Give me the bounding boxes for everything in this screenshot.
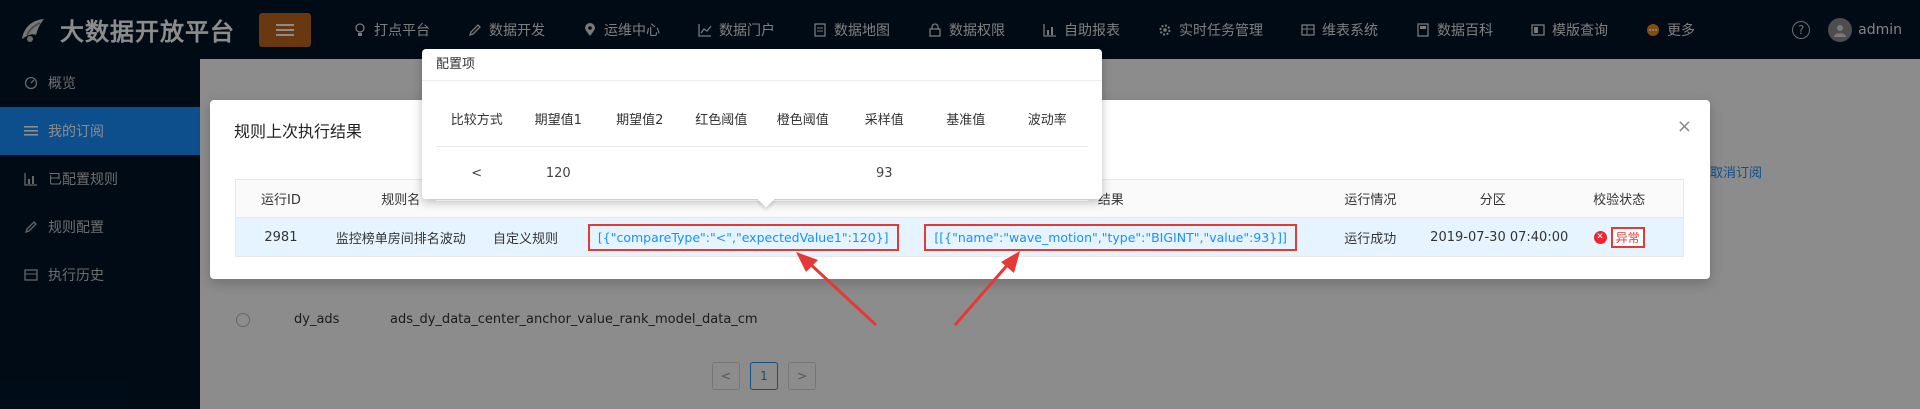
column-header: 期望值1 [534, 113, 582, 128]
config-cell: [{"compareType":"<","expectedValue1":120… [575, 223, 911, 251]
column-header: 采样值 [864, 113, 904, 128]
modal-title: 规则上次执行结果 [234, 122, 363, 141]
rule-type: 自定义规则 [493, 231, 559, 247]
rule-name: 监控榜单房间排名波动 [335, 231, 466, 247]
column-header: 分区 [1479, 193, 1506, 208]
partition: 2019-07-30 07:40:00 [1430, 229, 1569, 245]
column-header: 运行ID [261, 193, 301, 208]
close-icon[interactable]: × [1677, 116, 1692, 137]
check-status: ✕ 异常 [1593, 226, 1645, 248]
error-icon: ✕ [1593, 230, 1607, 244]
table-row[interactable]: 2981 监控榜单房间排名波动 自定义规则 [{"compareType":"<… [236, 218, 1683, 256]
status-badge: 异常 [1610, 226, 1645, 248]
column-header: 红色阈值 [695, 113, 748, 128]
table-header: 比较方式 期望值1 期望值2 红色阈值 橙色阈值 采样值 基准值 波动率 [436, 91, 1088, 147]
column-header: 比较方式 [450, 113, 503, 128]
table-cell: 120 [545, 166, 571, 181]
column-header: 橙色阈值 [776, 113, 829, 128]
popover-title: 配置项 [422, 49, 1102, 81]
run-status: 运行成功 [1344, 231, 1397, 247]
config-table: 比较方式 期望值1 期望值2 红色阈值 橙色阈值 采样值 基准值 波动率 < 1… [436, 91, 1088, 201]
config-json-link[interactable]: [{"compareType":"<","expectedValue1":120… [587, 223, 899, 251]
table-cell: < [471, 166, 483, 181]
column-header: 基准值 [946, 113, 986, 128]
result-json-link[interactable]: [[{"name":"wave_motion","type":"BIGINT",… [924, 223, 1297, 251]
column-header: 期望值2 [616, 113, 664, 128]
result-cell: [[{"name":"wave_motion","type":"BIGINT",… [911, 223, 1310, 251]
table-cell: 93 [875, 166, 893, 181]
column-header: 波动率 [1027, 113, 1067, 128]
check-status-cell: ✕ 异常 [1555, 226, 1683, 248]
config-popover: 配置项 比较方式 期望值1 期望值2 红色阈值 橙色阈值 采样值 基准值 波动率… [422, 49, 1102, 208]
run-id: 2981 [264, 229, 298, 245]
column-header: 运行情况 [1344, 193, 1397, 208]
column-header: 校验状态 [1593, 193, 1646, 208]
